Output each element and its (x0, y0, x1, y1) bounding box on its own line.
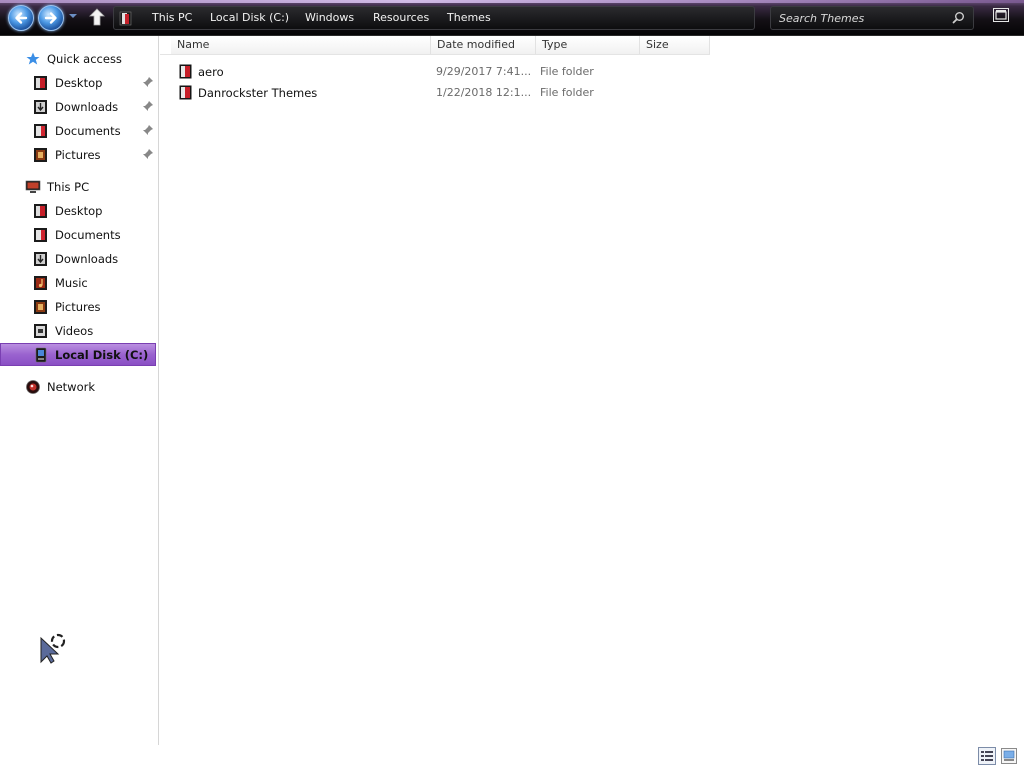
sidebar-item-label: Videos (55, 324, 94, 338)
back-button[interactable] (8, 5, 34, 31)
busy-cursor-icon (40, 633, 66, 664)
pin-icon[interactable] (143, 125, 153, 136)
file-date-modified: 9/29/2017 7:41... (436, 65, 532, 78)
sidebar-item-qa-documents[interactable]: Documents (33, 120, 153, 142)
sidebar-item-qa-desktop[interactable]: Desktop (33, 72, 153, 94)
drive-icon (35, 347, 47, 362)
search-box[interactable] (770, 6, 974, 30)
search-icon[interactable] (952, 11, 965, 24)
details-view-icon[interactable] (978, 747, 996, 765)
sidebar-this-pc[interactable]: This PC (25, 176, 89, 198)
sidebar-item-videos[interactable]: Videos (33, 320, 93, 342)
breadcrumb-resources[interactable]: Resources (373, 11, 429, 24)
downloads-folder-icon (34, 252, 47, 266)
file-name: Danrockster Themes (198, 86, 318, 100)
breadcrumb-themes[interactable]: Themes (447, 11, 491, 24)
recent-locations-dropdown-icon[interactable] (68, 11, 78, 21)
back-arrow-icon (15, 12, 28, 24)
sidebar-item-label: Pictures (55, 148, 101, 162)
sidebar-item-label: Desktop (55, 76, 103, 90)
forward-button[interactable] (38, 5, 64, 31)
column-header-date-modified[interactable]: Date modified (431, 36, 536, 54)
file-list: Name Date modified Type Size aero 9/29/2… (160, 36, 1024, 745)
sidebar-item-label: Documents (55, 124, 121, 138)
sidebar-item-label: Network (47, 380, 96, 394)
videos-folder-icon (34, 324, 47, 338)
sidebar-item-label: Pictures (55, 300, 101, 314)
column-header-type[interactable]: Type (536, 36, 640, 54)
star-icon (26, 52, 40, 65)
file-type: File folder (540, 65, 594, 78)
sidebar-item-qa-downloads[interactable]: Downloads (33, 96, 153, 118)
desktop-folder-icon (34, 204, 47, 218)
sidebar-item-label: Quick access (47, 52, 122, 66)
sidebar-item-desktop[interactable]: Desktop (33, 200, 102, 222)
pin-icon[interactable] (143, 77, 153, 88)
sidebar-item-label: Downloads (55, 252, 119, 266)
sidebar-network[interactable]: Network (25, 376, 95, 398)
sidebar-item-pictures[interactable]: Pictures (33, 296, 101, 318)
breadcrumb-this-pc[interactable]: This PC (152, 11, 192, 24)
sidebar-item-documents[interactable]: Documents (33, 224, 121, 246)
pictures-folder-icon (34, 148, 47, 162)
sidebar-item-qa-pictures[interactable]: Pictures (33, 144, 153, 166)
search-input[interactable] (777, 9, 951, 27)
folder-icon (119, 11, 132, 26)
sidebar-item-label: Downloads (55, 100, 119, 114)
sidebar-item-downloads[interactable]: Downloads (33, 248, 118, 270)
file-name: aero (198, 65, 224, 79)
large-icons-view-icon[interactable] (1001, 748, 1017, 764)
file-type: File folder (540, 86, 594, 99)
computer-icon (25, 180, 41, 193)
breadcrumb-local-disk[interactable]: Local Disk (C:) (210, 11, 289, 24)
window-restore-icon[interactable] (993, 8, 1009, 22)
navigation-pane: Quick access Desktop Downloads Documents… (0, 36, 159, 745)
pictures-folder-icon (34, 300, 47, 314)
file-row-danrockster-themes[interactable]: Danrockster Themes 1/22/2018 12:1... Fil… (160, 83, 760, 103)
file-date-modified: 1/22/2018 12:1... (436, 86, 532, 99)
downloads-folder-icon (34, 100, 47, 114)
desktop-folder-icon (34, 76, 47, 90)
column-header-size[interactable]: Size (640, 36, 710, 54)
sidebar-item-label: Documents (55, 228, 121, 242)
sidebar-item-label: Music (55, 276, 88, 290)
folder-icon (179, 85, 192, 100)
sidebar-item-music[interactable]: Music (33, 272, 88, 294)
folder-icon (179, 64, 192, 79)
documents-folder-icon (34, 228, 47, 242)
title-toolbar: This PC Local Disk (C:) Windows Resource… (0, 0, 1024, 36)
address-bar[interactable]: This PC Local Disk (C:) Windows Resource… (113, 6, 755, 30)
pin-icon[interactable] (143, 101, 153, 112)
sidebar-item-label: This PC (47, 180, 90, 194)
pin-icon[interactable] (143, 149, 153, 160)
network-icon (26, 380, 40, 394)
sidebar-quick-access[interactable]: Quick access (25, 48, 122, 70)
documents-folder-icon (34, 124, 47, 138)
forward-arrow-icon (44, 12, 57, 24)
up-arrow-icon[interactable] (88, 7, 106, 27)
breadcrumb-windows[interactable]: Windows (305, 11, 354, 24)
sidebar-item-local-disk[interactable]: Local Disk (C:) (0, 343, 156, 366)
music-folder-icon (34, 276, 47, 290)
column-header-name[interactable]: Name (171, 36, 431, 54)
sidebar-item-label: Local Disk (C:) (55, 347, 149, 362)
sidebar-item-label: Desktop (55, 204, 103, 218)
file-row-aero[interactable]: aero 9/29/2017 7:41... File folder (160, 62, 760, 82)
header-divider (160, 54, 710, 55)
